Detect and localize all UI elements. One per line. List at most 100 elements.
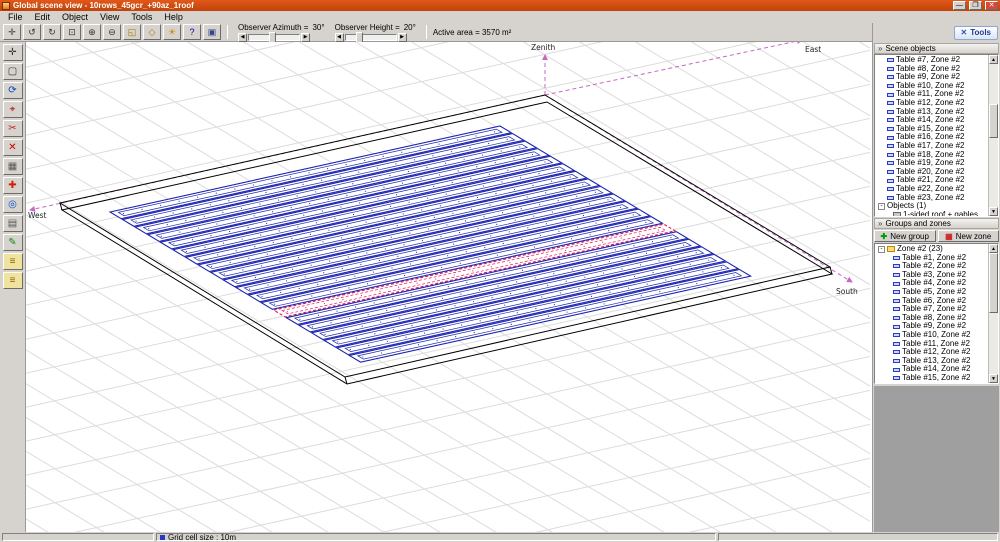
scene-3d-view[interactable]: Zenith East West South <box>26 42 872 532</box>
center-view-button[interactable]: ◎ <box>2 196 23 213</box>
zone-table-item[interactable]: Table #10, Zone #2 <box>875 331 988 340</box>
scroll-down-icon[interactable]: ▼ <box>989 374 998 383</box>
zoom-out-button[interactable]: ⊖ <box>103 24 121 40</box>
zone-table-item[interactable]: Table #6, Zone #2 <box>875 297 988 306</box>
observer-height-thumb[interactable] <box>355 31 363 43</box>
close-button[interactable]: ✕ <box>985 1 998 10</box>
zone-table-item[interactable]: Table #12, Zone #2 <box>875 348 988 357</box>
report2-button[interactable]: ≡ <box>2 272 23 289</box>
zone-table-item[interactable]: Table #16, Zone #2 <box>875 383 988 384</box>
roof-object-item[interactable]: 1-sided roof + gables <box>875 211 988 216</box>
tools-button[interactable]: ✕ Tools <box>953 25 998 40</box>
scene-object-item[interactable]: Table #14, Zone #2 <box>875 116 988 125</box>
rotate-right-button[interactable]: ↻ <box>43 24 61 40</box>
objects-node[interactable]: - Objects (1) <box>875 202 988 211</box>
pointer-tool-button[interactable]: ✛ <box>2 44 23 61</box>
zone-table-item[interactable]: Table #8, Zone #2 <box>875 314 988 323</box>
scene-object-item[interactable]: Table #17, Zone #2 <box>875 142 988 151</box>
observer-height-track[interactable] <box>344 31 397 43</box>
scene-object-item[interactable]: Table #20, Zone #2 <box>875 168 988 177</box>
scene-object-item[interactable]: Table #11, Zone #2 <box>875 90 988 99</box>
minimize-button[interactable]: — <box>953 1 966 10</box>
side-toolbar: ✛ ▢ ⟳ ⌖ ✂ ✕ ▦ ✚ ◎ ▤ ✎ ≡ ≡ <box>0 42 26 532</box>
groups-and-zones-header[interactable]: » Groups and zones <box>874 218 999 229</box>
zone-table-item[interactable]: Table #9, Zone #2 <box>875 322 988 331</box>
table-properties-button[interactable]: ▤ <box>2 215 23 232</box>
slider-right-arrow-icon[interactable]: ▶ <box>301 32 310 42</box>
menu-help[interactable]: Help <box>158 12 189 22</box>
zone-table-item[interactable]: Table #7, Zone #2 <box>875 305 988 314</box>
toolbar-separator <box>227 25 228 39</box>
shadows-button[interactable]: ☀ <box>163 24 181 40</box>
scene-object-item[interactable]: Table #7, Zone #2 <box>875 56 988 65</box>
zone-table-item[interactable]: Table #15, Zone #2 <box>875 374 988 383</box>
scene-object-item[interactable]: Table #21, Zone #2 <box>875 176 988 185</box>
grid-tool-button[interactable]: ▦ <box>2 158 23 175</box>
zoom-in-button[interactable]: ⊕ <box>83 24 101 40</box>
zone-table-item[interactable]: Table #3, Zone #2 <box>875 271 988 280</box>
scene-objects-scrollbar[interactable]: ▲ ▼ <box>988 55 998 216</box>
scene-object-item[interactable]: Table #8, Zone #2 <box>875 65 988 74</box>
observer-azimuth-thumb[interactable] <box>269 31 276 43</box>
scene-object-item[interactable]: Table #15, Zone #2 <box>875 125 988 134</box>
scene-object-item[interactable]: Table #12, Zone #2 <box>875 99 988 108</box>
observer-height-slider[interactable]: ◀ ▶ <box>334 31 416 43</box>
scene-object-item[interactable]: Table #22, Zone #2 <box>875 185 988 194</box>
slider-left-arrow-icon[interactable]: ◀ <box>238 32 247 42</box>
zone-table-item[interactable]: Table #2, Zone #2 <box>875 262 988 271</box>
zone-table-item[interactable]: Table #14, Zone #2 <box>875 365 988 374</box>
delete-object-button[interactable]: ✕ <box>2 139 23 156</box>
zoom-extents-button[interactable]: ⊡ <box>63 24 81 40</box>
zone-node[interactable]: - Zone #2 (23) <box>875 245 988 254</box>
scroll-thumb[interactable] <box>989 253 998 313</box>
scroll-up-icon[interactable]: ▲ <box>989 55 998 64</box>
observer-azimuth-slider[interactable]: ◀ ▶ <box>238 31 325 43</box>
help-button[interactable]: ? <box>183 24 201 40</box>
scene-object-item[interactable]: Table #9, Zone #2 <box>875 73 988 82</box>
new-group-button[interactable]: ✚ New group <box>874 230 936 242</box>
zone-table-label: Table #11, Zone #2 <box>902 339 970 348</box>
zone-table-item[interactable]: Table #1, Zone #2 <box>875 254 988 263</box>
scroll-up-icon[interactable]: ▲ <box>989 244 998 253</box>
zoom-window-button[interactable]: ◱ <box>123 24 141 40</box>
scroll-thumb[interactable] <box>989 104 998 138</box>
zone-table-item[interactable]: Table #11, Zone #2 <box>875 340 988 349</box>
scene-object-item[interactable]: Table #23, Zone #2 <box>875 194 988 203</box>
scene-canvas[interactable]: Zenith East West South <box>26 42 872 532</box>
edit-tool-button[interactable]: ✎ <box>2 234 23 251</box>
scene-perspective-button[interactable]: ◇ <box>143 24 161 40</box>
zoom-select-tool-button[interactable]: ▢ <box>2 63 23 80</box>
menu-tools[interactable]: Tools <box>125 12 158 22</box>
scene-object-item[interactable]: Table #13, Zone #2 <box>875 108 988 117</box>
scene-object-item[interactable]: Table #10, Zone #2 <box>875 82 988 91</box>
move-object-button[interactable]: ✚ <box>2 177 23 194</box>
new-zone-button[interactable]: ▦ New zone <box>937 230 999 242</box>
maximize-button[interactable]: ❐ <box>969 1 982 10</box>
menu-object[interactable]: Object <box>56 12 94 22</box>
scroll-down-icon[interactable]: ▼ <box>989 207 998 216</box>
collapse-box-icon[interactable]: - <box>878 202 885 210</box>
scene-object-item[interactable]: Table #18, Zone #2 <box>875 151 988 160</box>
export-image-button[interactable]: ▣ <box>203 24 221 40</box>
scene-objects-header[interactable]: » Scene objects <box>874 43 999 54</box>
menu-view[interactable]: View <box>94 12 125 22</box>
pan-view-button[interactable]: ✛ <box>3 24 21 40</box>
zone-table-item[interactable]: Table #5, Zone #2 <box>875 288 988 297</box>
collapse-box-icon[interactable]: - <box>878 245 885 253</box>
cut-tool-button[interactable]: ✂ <box>2 120 23 137</box>
menu-file[interactable]: File <box>2 12 29 22</box>
export-image-icon: ▣ <box>207 26 217 37</box>
report-button[interactable]: ≡ <box>2 253 23 270</box>
zone-table-item[interactable]: Table #13, Zone #2 <box>875 357 988 366</box>
scene-object-item[interactable]: Table #16, Zone #2 <box>875 133 988 142</box>
rotate-scene-tool-button[interactable]: ⟳ <box>2 82 23 99</box>
observer-tool-button[interactable]: ⌖ <box>2 101 23 118</box>
rotate-left-button[interactable]: ↺ <box>23 24 41 40</box>
slider-right-arrow-icon[interactable]: ▶ <box>397 32 407 42</box>
scene-object-item[interactable]: Table #19, Zone #2 <box>875 159 988 168</box>
menu-edit[interactable]: Edit <box>29 12 57 22</box>
slider-left-arrow-icon[interactable]: ◀ <box>334 32 344 42</box>
observer-azimuth-track[interactable] <box>248 31 300 43</box>
groups-scrollbar[interactable]: ▲ ▼ <box>988 244 998 383</box>
zone-table-item[interactable]: Table #4, Zone #2 <box>875 279 988 288</box>
